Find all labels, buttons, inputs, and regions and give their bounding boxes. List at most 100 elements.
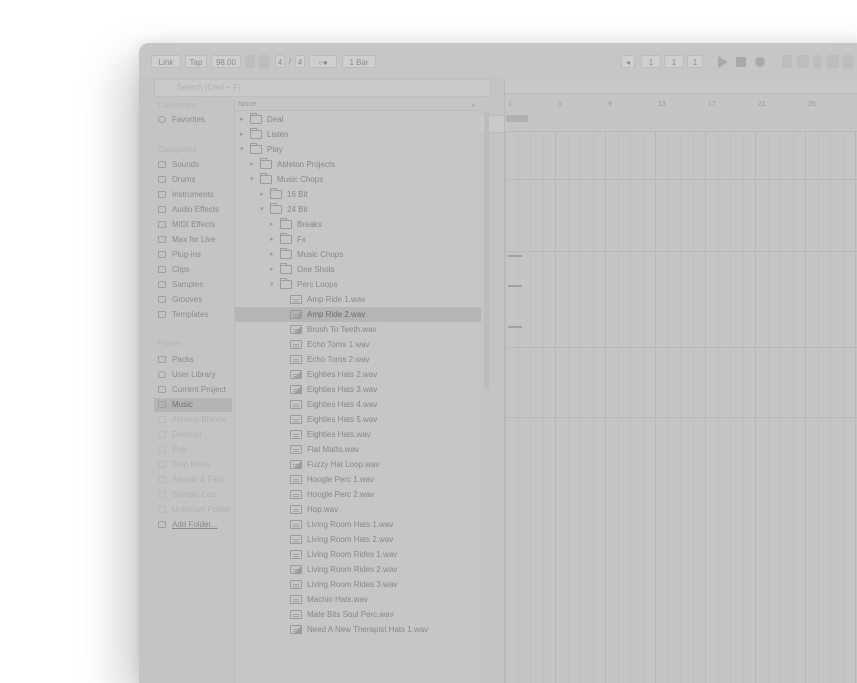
folder-row[interactable]: ▸ Ableton Projects	[235, 157, 481, 172]
chevron-right-icon[interactable]: ▸	[270, 232, 274, 247]
sidebar-item-pub[interactable]: Pub	[154, 443, 232, 457]
search-input[interactable]: Search (Cmd + F)	[154, 79, 491, 97]
folder-row[interactable]: ▸ One Shots	[235, 262, 481, 277]
sidebar-item-grooves[interactable]: Grooves	[154, 293, 232, 307]
file-row[interactable]: Fuzzy Hat Loop.wav	[235, 457, 481, 472]
nudge-down-button[interactable]	[245, 55, 255, 68]
add-folder-button[interactable]: Add Folder...	[154, 518, 232, 532]
chevron-right-icon[interactable]: ▸	[260, 187, 264, 202]
folder-row[interactable]: ▸ Deal	[235, 112, 481, 127]
audio-file-icon	[290, 355, 302, 364]
sidebar-item-user-library[interactable]: User Library	[154, 368, 232, 382]
folder-row[interactable]: ▸ Music Chops	[235, 247, 481, 262]
file-row[interactable]: Eighties Hats 4.wav	[235, 397, 481, 412]
file-row[interactable]: Brush To Teeth.wav	[235, 322, 481, 337]
folder-row[interactable]: ▾ 24 Bit	[235, 202, 481, 217]
file-row[interactable]: Echo Toms 2.wav	[235, 352, 481, 367]
signature-numerator[interactable]: 4	[275, 55, 285, 68]
position-bar[interactable]: 1	[641, 55, 661, 68]
chevron-down-icon[interactable]: ▾	[250, 172, 254, 187]
sidebar-item-sample-cue[interactable]: Sample Cue	[154, 488, 232, 502]
position-sixteenth[interactable]: 1	[687, 55, 703, 68]
follow-button[interactable]: ◂	[621, 55, 635, 68]
sidebar-item-desktop[interactable]: Desktop	[154, 428, 232, 442]
sidebar-item-alessio-fabi[interactable]: Alessio & Fabi	[154, 473, 232, 487]
file-row[interactable]: Machin Hats.wav	[235, 592, 481, 607]
file-row[interactable]: Amp Ride 1.wav	[235, 292, 481, 307]
sidebar-item-instruments[interactable]: Instruments	[154, 188, 232, 202]
chevron-down-icon[interactable]: ▾	[270, 277, 274, 292]
file-row[interactable]: Amp Ride 2.wav	[235, 307, 481, 322]
sidebar-item-plug-ins[interactable]: Plug-ins	[154, 248, 232, 262]
folder-row[interactable]: ▸ Listen	[235, 127, 481, 142]
folder-row[interactable]: ▾ Perc Loops	[235, 277, 481, 292]
file-row[interactable]: Living Room Hats 2.wav	[235, 532, 481, 547]
sidebar-item-current-project[interactable]: Current Project	[154, 383, 232, 397]
sidebar-item-trap-beats[interactable]: Trap Beats	[154, 458, 232, 472]
sidebar-item-audio-effects[interactable]: Audio Effects	[154, 203, 232, 217]
name-column-header[interactable]: Name ▾	[235, 99, 481, 111]
file-row[interactable]: Living Room Rides 3.wav	[235, 577, 481, 592]
metronome-button[interactable]: ○●	[309, 55, 337, 68]
chevron-right-icon[interactable]: ▸	[240, 127, 244, 142]
chevron-right-icon[interactable]: ▸	[270, 217, 274, 232]
file-row[interactable]: Eighties Hats 2.wav	[235, 367, 481, 382]
stop-icon[interactable]	[736, 57, 746, 67]
file-row[interactable]: Eighties Hats 5.wav	[235, 412, 481, 427]
sidebar-item-midi-effects[interactable]: MIDI Effects	[154, 218, 232, 232]
folder-row[interactable]: ▾ Play	[235, 142, 481, 157]
file-row[interactable]: Living Room Rides 2.wav	[235, 562, 481, 577]
back-to-arrangement-button[interactable]	[813, 55, 821, 68]
capture-button[interactable]	[827, 55, 839, 68]
sidebar-item-music[interactable]: Music	[154, 398, 232, 412]
tap-button[interactable]: Tap	[185, 55, 207, 68]
sidebar-item-templates[interactable]: Templates	[154, 308, 232, 322]
overview-bar[interactable]	[505, 79, 857, 94]
sidebar-item-clips[interactable]: Clips	[154, 263, 232, 277]
signature-denominator[interactable]: 4	[295, 55, 305, 68]
session-record-button[interactable]	[843, 55, 853, 68]
folder-row[interactable]: ▸ 16 Bit	[235, 187, 481, 202]
sidebar-item-drums[interactable]: Drums	[154, 173, 232, 187]
record-icon[interactable]	[755, 57, 765, 67]
sidebar-item-ableton-blends[interactable]: Ableton Blends	[154, 413, 232, 427]
file-row[interactable]: Mate Bits Soul Perc.wav	[235, 607, 481, 622]
browser-scrollbar[interactable]	[484, 111, 489, 391]
chevron-right-icon[interactable]: ▸	[270, 262, 274, 277]
quantize-select[interactable]: 1 Bar	[342, 55, 376, 68]
file-row[interactable]: Hoogle Perc 1.wav	[235, 472, 481, 487]
chevron-right-icon[interactable]: ▸	[250, 157, 254, 172]
link-button[interactable]: Link	[151, 55, 181, 68]
sidebar-item-samples[interactable]: Samples	[154, 278, 232, 292]
file-row[interactable]: Living Room Hats 1.wav	[235, 517, 481, 532]
file-row[interactable]: Living Room Rides 1.wav	[235, 547, 481, 562]
chevron-right-icon[interactable]: ▸	[240, 112, 244, 127]
chevron-down-icon[interactable]: ▾	[240, 142, 244, 157]
nudge-up-button[interactable]	[259, 55, 269, 68]
file-row[interactable]: Need A New Therapist Hats 1.wav	[235, 622, 481, 637]
position-beat[interactable]: 1	[664, 55, 684, 68]
folder-icon	[270, 188, 282, 199]
folder-row[interactable]: ▾ Music Chops	[235, 172, 481, 187]
loop-brace[interactable]	[506, 115, 528, 122]
file-row[interactable]: Eighties Hats.wav	[235, 427, 481, 442]
folder-row[interactable]: ▸ Fx	[235, 232, 481, 247]
folder-row[interactable]: ▸ Breaks	[235, 217, 481, 232]
beat-ruler[interactable]: 1 5 9 13 17 21 25	[505, 101, 857, 113]
sidebar-item-favorites[interactable]: Favorites	[154, 113, 232, 127]
file-row[interactable]: Hoogle Perc 2.wav	[235, 487, 481, 502]
file-row[interactable]: Echo Toms 1.wav	[235, 337, 481, 352]
tempo-field[interactable]: 98.00	[211, 55, 241, 68]
sidebar-item-packs[interactable]: Packs	[154, 353, 232, 367]
file-row[interactable]: Eighties Hats 3.wav	[235, 382, 481, 397]
sidebar-item-unknown-folder[interactable]: Unknown Folder	[154, 503, 232, 517]
sidebar-item-max-for-live[interactable]: Max for Live	[154, 233, 232, 247]
chevron-right-icon[interactable]: ▸	[270, 247, 274, 262]
chevron-down-icon[interactable]: ▾	[260, 202, 264, 217]
sidebar-item-sounds[interactable]: Sounds	[154, 158, 232, 172]
play-icon[interactable]	[718, 56, 728, 68]
file-row[interactable]: Hop.wav	[235, 502, 481, 517]
overdub-button[interactable]	[782, 55, 792, 68]
file-row[interactable]: Flat Matto.wav	[235, 442, 481, 457]
automation-arm-button[interactable]	[797, 55, 809, 68]
